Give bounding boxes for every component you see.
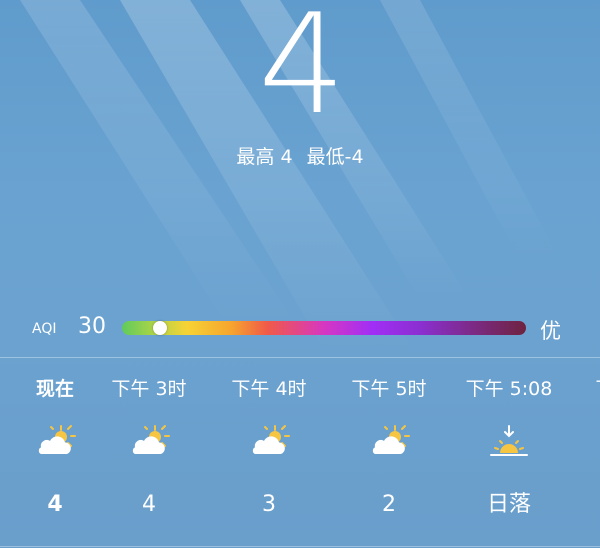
aqi-row[interactable]: AQI 30 优 [0,312,600,348]
partly-cloudy-day-icon [132,425,170,454]
aqi-label: AQI [32,321,57,337]
current-temperature: 4 [258,0,346,145]
hour-time: 下午 3时 [111,378,187,400]
sunset-icon [490,425,528,456]
partly-cloudy-day-icon [252,425,290,454]
hourly-forecast[interactable]: 现在 4 下午 3时 4 下午 4时 3 下午 5时 2 下午 5:08 日落 [0,360,600,546]
low-temperature: 最低-4 [306,146,364,168]
hourly-item-sunset: 下午 5:08 日落 [454,360,564,546]
hourly-item-next: 下 [550,360,600,546]
aqi-level-indicator [153,321,168,335]
partly-cloudy-day-icon [38,425,76,454]
hour-time: 下午 5时 [351,378,427,400]
hour-temperature: 2 [382,492,396,517]
divider-bottom [0,546,600,547]
hour-temperature: 3 [262,492,276,517]
hour-time: 下 [550,376,600,402]
high-temperature: 最高 4 [236,146,293,168]
hour-temperature: 4 [142,492,156,517]
hourly-item-5pm: 下午 5时 2 [334,360,444,546]
high-low-temperature: 最高 4 最低-4 [0,143,600,171]
divider-top [0,357,600,358]
partly-cloudy-day-icon [372,425,410,454]
hourly-item-3pm: 下午 3时 4 [94,360,204,546]
sunset-label: 日落 [486,492,531,517]
aqi-status: 优 [540,319,561,343]
hourly-item-4pm: 下午 4时 3 [214,360,324,546]
aqi-value: 30 [78,314,106,339]
hour-time: 下午 4时 [231,378,307,400]
aqi-scale-bar [122,321,526,335]
hour-time: 下午 5:08 [465,378,553,400]
